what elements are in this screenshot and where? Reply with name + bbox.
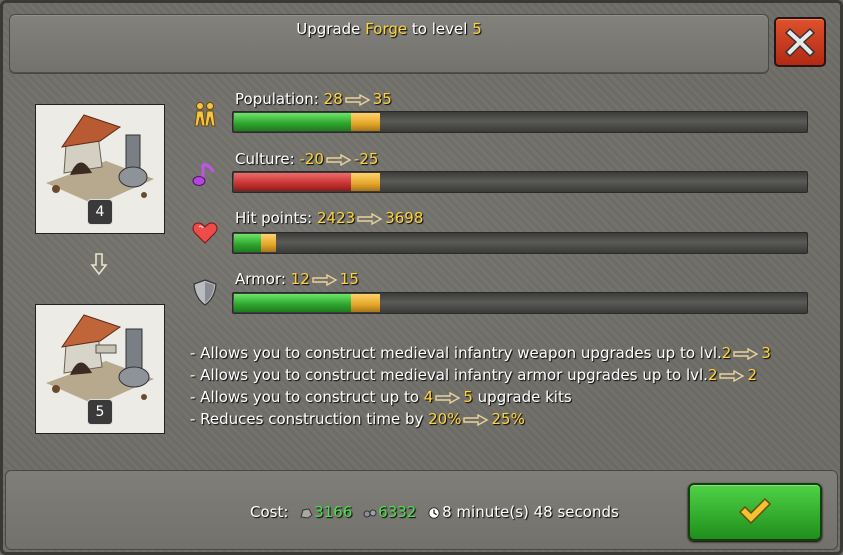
target-level: 5 — [472, 20, 482, 38]
culture-note-icon — [192, 162, 215, 186]
heart-icon — [192, 222, 218, 244]
building-name: Forge — [365, 20, 408, 38]
cost-label: Cost: — [250, 503, 289, 521]
benefit-upgrade-kits: - Allows you to construct up to 45 upgra… — [190, 388, 572, 406]
cost-summary: Cost: 3166 6332 8 minute(s) 48 seconds — [250, 503, 619, 521]
upgrade-benefits: - Allows you to construct medieval infan… — [190, 342, 830, 430]
arrow-right-icon — [733, 347, 759, 360]
benefit-weapon-upgrades: - Allows you to construct medieval infan… — [190, 344, 771, 362]
clock-icon — [428, 506, 440, 519]
arrow-right-icon — [326, 153, 352, 166]
culture-gain-fill — [351, 173, 380, 191]
hitpoints-gain-fill — [261, 234, 276, 252]
hitpoints-to: 3698 — [385, 209, 424, 227]
arrow-right-icon — [435, 391, 461, 404]
population-to: 35 — [372, 90, 392, 108]
hitpoints-title: Hit points: — [235, 209, 313, 227]
iron-resource-icon — [363, 509, 377, 517]
hitpoints-current-fill — [234, 234, 261, 252]
arrow-right-icon — [312, 273, 338, 286]
current-building-image: 4 — [35, 104, 165, 234]
hitpoints-label: Hit points: 2423 3698 — [235, 209, 423, 227]
current-level-badge: 4 — [87, 199, 113, 225]
down-arrow-icon — [90, 253, 108, 276]
armor-bar — [232, 292, 808, 314]
armor-to: 15 — [339, 270, 359, 288]
resource2-amount: 6332 — [378, 503, 417, 521]
population-title: Population: — [235, 90, 319, 108]
next-building-image: 5 — [35, 304, 165, 434]
culture-from: -20 — [299, 150, 324, 168]
population-current-fill — [234, 113, 351, 131]
armor-label: Armor: 12 15 — [235, 270, 359, 288]
arrow-right-icon — [357, 212, 383, 225]
stone-resource-icon — [300, 507, 313, 519]
armor-title: Armor: — [235, 270, 286, 288]
armor-gain-fill — [351, 294, 380, 312]
culture-to: -25 — [353, 150, 379, 168]
close-button[interactable] — [774, 17, 826, 67]
population-label: Population: 28 35 — [235, 90, 392, 108]
culture-current-fill — [234, 173, 351, 191]
next-level-badge: 5 — [87, 399, 113, 425]
benefit-armor-upgrades: - Allows you to construct medieval infan… — [190, 366, 758, 384]
armor-current-fill — [234, 294, 351, 312]
population-bar — [232, 111, 808, 133]
confirm-upgrade-button[interactable] — [688, 483, 822, 541]
benefit-construction-time: - Reduces construction time by 20% 25% — [190, 410, 525, 428]
population-icon — [194, 102, 216, 127]
hitpoints-bar — [232, 232, 808, 254]
dialog-title: Upgrade Forge to level 5 — [0, 20, 778, 38]
resource1-amount: 3166 — [314, 503, 353, 521]
title-mid: to level — [411, 20, 468, 38]
title-prefix: Upgrade — [296, 20, 361, 38]
culture-label: Culture: -20 -25 — [235, 150, 378, 168]
armor-from: 12 — [290, 270, 310, 288]
arrow-right-icon — [345, 93, 371, 106]
arrow-right-icon — [463, 413, 489, 426]
culture-bar — [232, 171, 808, 193]
shield-icon — [193, 279, 217, 306]
population-from: 28 — [323, 90, 343, 108]
culture-title: Culture: — [235, 150, 295, 168]
construction-time: 8 minute(s) 48 seconds — [442, 503, 619, 521]
checkmark-icon — [738, 497, 772, 525]
close-icon — [784, 27, 816, 58]
hitpoints-from: 2423 — [317, 209, 356, 227]
population-gain-fill — [351, 113, 380, 131]
arrow-right-icon — [719, 369, 745, 382]
